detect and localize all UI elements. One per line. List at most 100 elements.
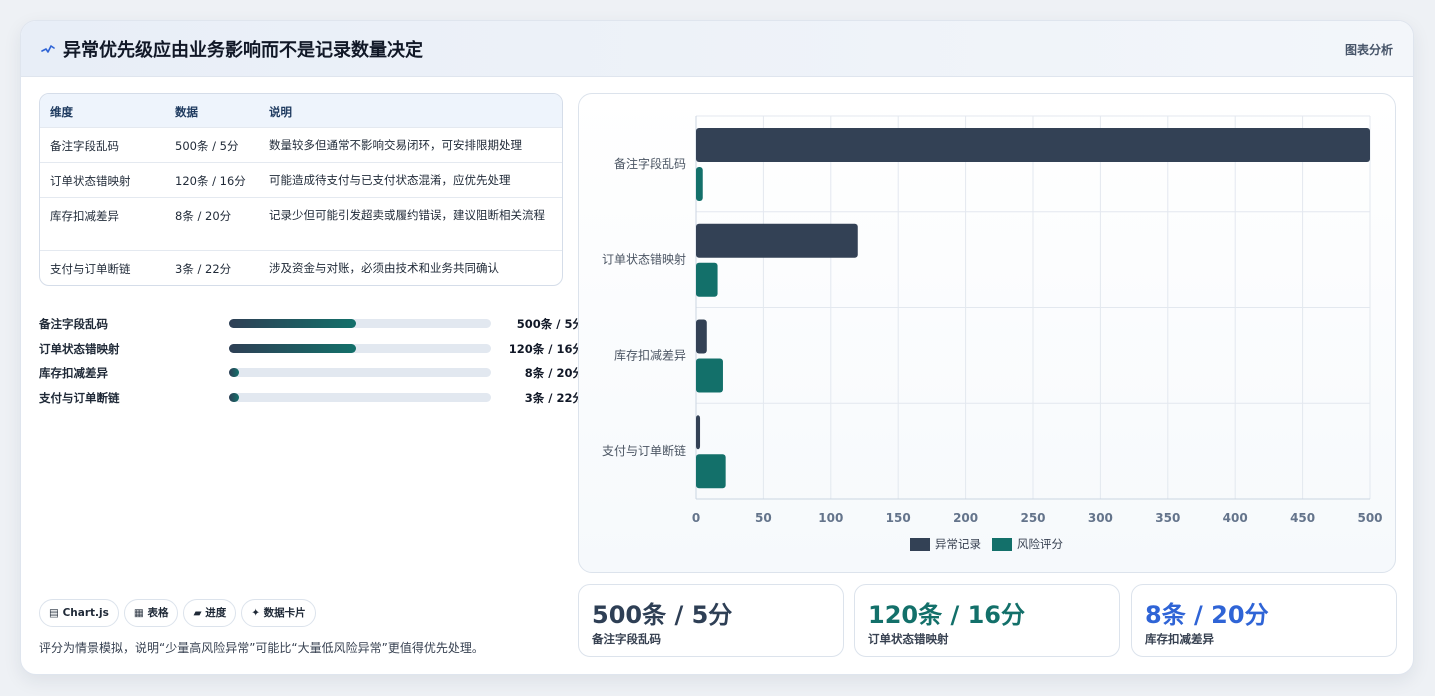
progress-item: 库存扣减差异 8条 / 20分: [39, 362, 584, 387]
progress-fill: [229, 319, 357, 328]
stat-value: 8条 / 20分: [1145, 601, 1269, 629]
progress-label: 订单状态错映射: [39, 341, 120, 356]
stat-label: 库存扣减差异: [1145, 632, 1214, 646]
chip-label: 数据卡片: [263, 607, 306, 619]
table-row: 支付与订单断链 3条 / 22分 涉及资金与对账，必须由技术和业务共同确认: [40, 250, 562, 285]
table-cell-description: 涉及资金与对账，必须由技术和业务共同确认: [269, 261, 499, 275]
progress-label: 库存扣减差异: [39, 366, 108, 380]
x-tick-label: 450: [1290, 511, 1315, 525]
progress-item: 订单状态错映射 120条 / 16分: [39, 338, 584, 363]
x-tick-label: 500: [1357, 511, 1382, 525]
progress-list: 备注字段乱码 500条 / 5分 订单状态错映射 120条 / 16分 库存扣减…: [39, 313, 584, 411]
legend-swatch: [992, 538, 1012, 551]
table-row: 备注字段乱码 500条 / 5分 数量较多但通常不影响交易闭环，可安排限期处理: [40, 127, 562, 162]
footnote: 评分为情景模拟，说明“少量高风险异常”可能比“大量低风险异常”更值得优先处理。: [39, 641, 484, 655]
chart-icon: ▤: [49, 607, 59, 619]
progress-track: [229, 319, 491, 328]
stat-card: 8条 / 20分 库存扣减差异: [1131, 584, 1397, 657]
chip-chartjs[interactable]: ▤ Chart.js: [39, 599, 119, 627]
x-tick-label: 250: [1020, 511, 1045, 525]
progress-fill: [229, 368, 240, 377]
bar-records: [696, 128, 1370, 162]
progress-item: 备注字段乱码 500条 / 5分: [39, 313, 584, 338]
table-cell-data: 8条 / 20分: [175, 209, 232, 223]
chip-label: 进度: [205, 607, 227, 619]
stat-label: 备注字段乱码: [592, 632, 661, 646]
progress-item: 支付与订单断链 3条 / 22分: [39, 387, 584, 412]
bar-risk: [696, 262, 718, 297]
sparkle-icon: ✦: [251, 607, 261, 619]
bar-records: [696, 415, 701, 450]
progress-label: 支付与订单断链: [39, 390, 120, 405]
table-cell-dimension: 支付与订单断链: [50, 262, 131, 276]
chart-panel: 备注字段乱码订单状态错映射库存扣减差异支付与订单断链 0 50 100 150 200 25…: [578, 93, 1396, 573]
stat-value: 500条 / 5分: [592, 601, 733, 629]
table-cell-data: 120条 / 16分: [175, 174, 246, 188]
main-card: 异常优先级应由业务影响而不是记录数量决定 图表分析 维度 数据 说明 备注字段乱…: [20, 20, 1414, 675]
table-cell-dimension: 订单状态错映射: [50, 174, 131, 188]
x-tick-label: 0: [692, 511, 700, 525]
column-header: 维度: [50, 105, 73, 119]
x-tick-label: 400: [1223, 511, 1248, 525]
header: 异常优先级应由业务影响而不是记录数量决定 图表分析: [21, 21, 1413, 77]
category-label: 库存扣减差异: [614, 347, 686, 362]
table-cell-description: 记录少但可能引发超卖或履约错误，建议阻断相关流程: [269, 208, 545, 222]
table-icon: ▦: [133, 607, 144, 619]
stat-card: 120条 / 16分 订单状态错映射: [854, 584, 1120, 657]
chip-label: 表格: [147, 607, 169, 619]
category-label: 订单状态错映射: [602, 252, 686, 267]
progress-track: [229, 343, 491, 353]
legend-swatch: [910, 538, 930, 551]
x-tick-label: 350: [1155, 511, 1180, 525]
stat-label: 订单状态错映射: [868, 632, 949, 646]
chip-table[interactable]: ▦ 表格: [123, 599, 179, 627]
column-header: 说明: [269, 105, 292, 119]
chip-progress[interactable]: ▰ 进度: [183, 599, 237, 627]
progress-value: 500条 / 5分: [516, 317, 584, 331]
x-tick-label: 200: [953, 511, 978, 525]
chip-label: Chart.js: [62, 607, 109, 619]
table-cell-dimension: 库存扣减差异: [50, 209, 119, 223]
bar-risk: [696, 167, 703, 201]
left-panel: 维度 数据 说明 备注字段乱码 500条 / 5分 数量较多但通常不影响交易闭环…: [39, 93, 584, 405]
x-tick-label: 100: [818, 511, 843, 525]
category-label: 备注字段乱码: [614, 156, 686, 171]
bar-chart: 备注字段乱码订单状态错映射库存扣减差异支付与订单断链 0 50 100 150 200 25…: [602, 115, 1383, 551]
progress-track: [229, 392, 491, 402]
bar-risk: [696, 358, 723, 393]
progress-track: [229, 368, 491, 377]
bar-records: [696, 223, 858, 258]
x-tick-label: 50: [755, 511, 772, 525]
table-cell-data: 3条 / 22分: [175, 262, 232, 276]
x-tick-label: 150: [886, 511, 911, 525]
table-header-row: 维度 数据 说明: [40, 94, 562, 127]
progress-value: 120条 / 16分: [508, 341, 584, 356]
table-cell-data: 500条 / 5分: [175, 139, 239, 153]
table-cell-description: 数量较多但通常不影响交易闭环，可安排限期处理: [269, 138, 522, 152]
stat-value: 120条 / 16分: [868, 601, 1025, 629]
legend-label: 风险评分: [1017, 537, 1063, 551]
page-title: 异常优先级应由业务影响而不是记录数量决定: [63, 40, 423, 61]
bar-records: [696, 319, 707, 354]
pulse-icon: [41, 45, 55, 53]
progress-value: 8条 / 20分: [524, 366, 584, 380]
table-row: 库存扣减差异 8条 / 20分 记录少但可能引发超卖或履约错误，建议阻断相关流程: [40, 197, 562, 250]
progress-icon: ▰: [193, 607, 202, 619]
feature-chips: ▤ Chart.js ▦ 表格 ▰ 进度 ✦ 数据卡片: [39, 599, 321, 627]
table-cell-dimension: 备注字段乱码: [50, 139, 119, 153]
progress-label: 备注字段乱码: [39, 317, 108, 331]
category-label: 支付与订单断链: [602, 443, 686, 458]
data-table: 维度 数据 说明 备注字段乱码 500条 / 5分 数量较多但通常不影响交易闭环…: [39, 93, 563, 286]
bar-risk: [696, 454, 726, 489]
x-tick-label: 300: [1088, 511, 1113, 525]
stat-card: 500条 / 5分 备注字段乱码: [578, 584, 844, 657]
table-row: 订单状态错映射 120条 / 16分 可能造成待支付与已支付状态混淆，应优先处理: [40, 162, 562, 197]
analysis-tag: 图表分析: [1344, 43, 1393, 57]
progress-value: 3条 / 22分: [524, 390, 584, 405]
legend-label: 异常记录: [935, 537, 981, 551]
column-header: 数据: [175, 105, 198, 119]
progress-fill: [229, 392, 240, 402]
table-cell-description: 可能造成待支付与已支付状态混淆，应优先处理: [269, 173, 511, 187]
chip-data-card[interactable]: ✦ 数据卡片: [241, 599, 316, 627]
progress-fill: [229, 343, 357, 353]
